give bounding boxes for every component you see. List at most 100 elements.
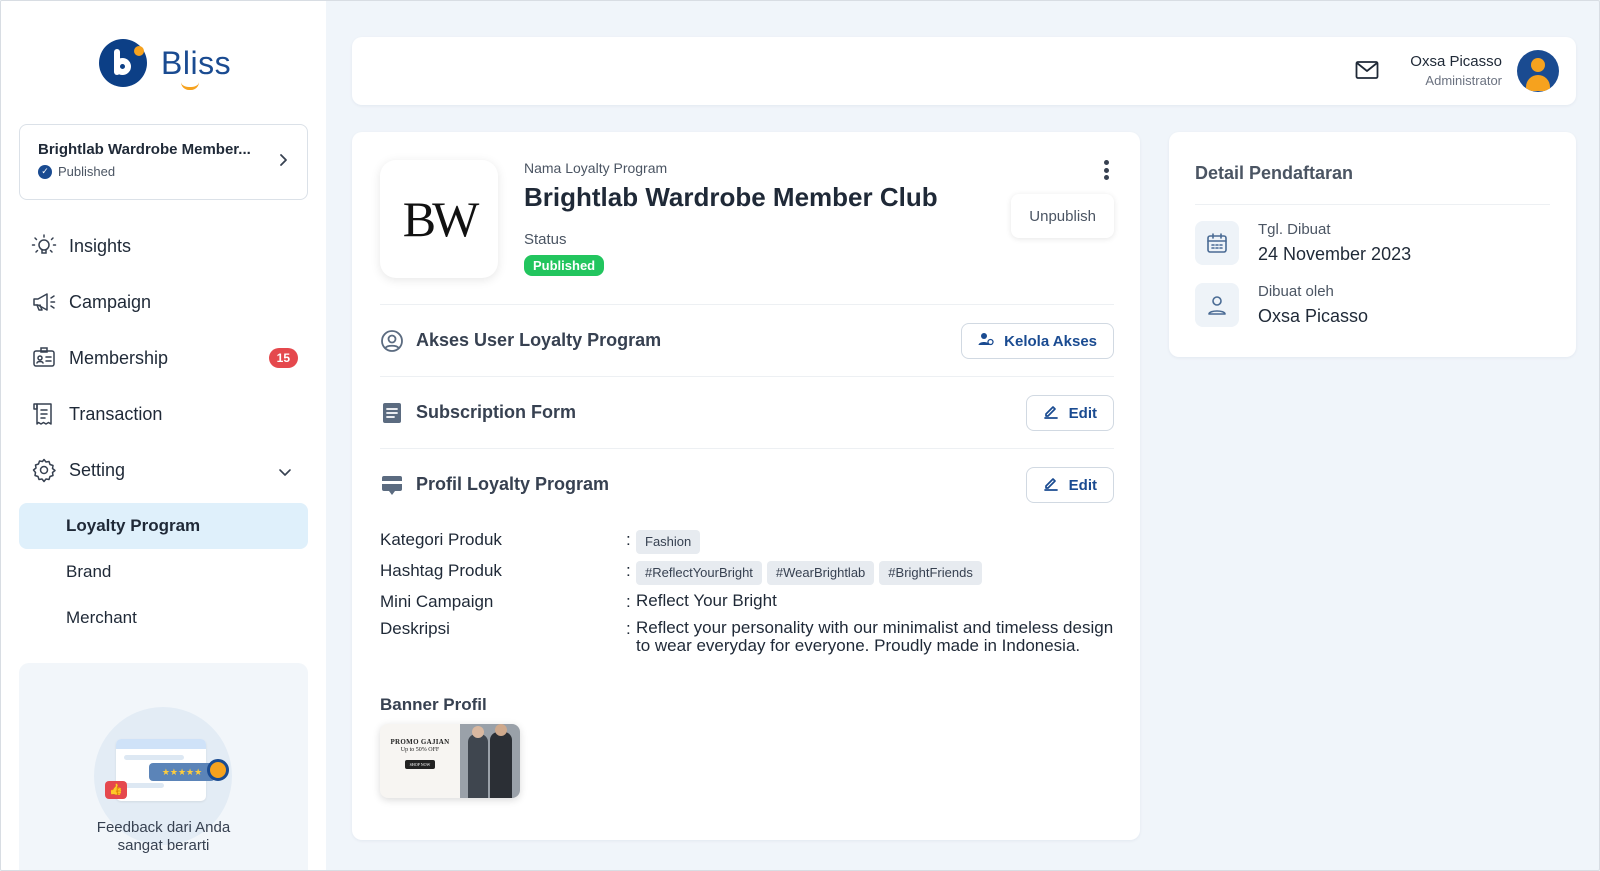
receipt-icon	[31, 401, 57, 427]
verified-icon: ✓	[38, 164, 52, 179]
sidebar-nav: Insights Campaign Membership 15 Transact…	[19, 223, 308, 641]
profile-card-icon	[380, 473, 404, 497]
sidebar-item-label: Membership	[69, 347, 169, 368]
pencil-icon	[1043, 475, 1059, 495]
kelola-akses-button[interactable]: Kelola Akses	[961, 323, 1114, 359]
detail-key: Hashtag Produk	[380, 561, 502, 580]
feedback-panel[interactable]: ★★★★★ 👍 Feedback dari Anda sangat berart…	[19, 663, 308, 870]
user-settings-icon	[978, 331, 994, 351]
app-frame: Bliss Brightlab Wardrobe Member... ✓ Pub…	[0, 0, 1600, 871]
created-date-item: Tgl. Dibuat 24 November 2023	[1195, 221, 1550, 269]
banner-cta: SHOP NOW	[404, 760, 436, 769]
detail-separator: :	[626, 592, 631, 611]
sidebar-item-label: Insights	[69, 235, 132, 256]
sidebar-item-campaign[interactable]: Campaign	[19, 279, 308, 325]
feedback-line	[124, 755, 184, 760]
banner-subline: Up to 50% OFF	[400, 747, 440, 753]
sidebar-item-transaction[interactable]: Transaction	[19, 391, 308, 437]
sidebar-item-setting[interactable]: Setting	[19, 447, 308, 493]
loyalty-program-card: BW Nama Loyalty Program Brightlab Wardro…	[352, 132, 1140, 840]
banner-text: PROMO GAJIAN Up to 50% OFF SHOP NOW	[386, 738, 454, 771]
user-name: Oxsa Picasso	[1410, 53, 1502, 70]
user-role: Administrator	[1425, 73, 1502, 88]
form-icon	[380, 401, 404, 425]
created-by-label: Dibuat oleh	[1258, 283, 1334, 300]
detail-value: Reflect Your Bright	[636, 591, 777, 610]
logo-mark-icon	[99, 39, 147, 87]
mail-icon[interactable]	[1355, 60, 1379, 80]
feedback-avatar-icon	[207, 759, 229, 781]
pencil-icon	[1043, 403, 1059, 423]
id-card-icon	[31, 345, 57, 371]
star-rating-icon: ★★★★★	[149, 763, 215, 781]
unpublish-button[interactable]: Unpublish	[1011, 194, 1114, 238]
section-title: Profil Loyalty Program	[416, 474, 610, 494]
status-label: Status	[524, 231, 567, 248]
status-badge: Published	[524, 255, 605, 276]
chevron-right-icon	[279, 153, 289, 172]
brand-logo: BW	[380, 160, 498, 278]
created-by-value: Oxsa Picasso	[1258, 306, 1369, 326]
top-bar: Oxsa Picasso Administrator	[352, 37, 1576, 105]
detail-pendaftaran-card: Detail Pendaftaran Tgl. Dibuat 24 Novemb…	[1169, 132, 1576, 357]
section-title: Akses User Loyalty Program	[416, 330, 662, 350]
megaphone-icon	[31, 289, 57, 315]
sidebar: Bliss Brightlab Wardrobe Member... ✓ Pub…	[1, 1, 326, 870]
banner-photo	[460, 724, 520, 798]
banner-image[interactable]: PROMO GAJIAN Up to 50% OFF SHOP NOW	[380, 724, 520, 798]
app-logo[interactable]: Bliss	[99, 35, 239, 91]
edit-label: Edit	[1068, 404, 1097, 422]
kelola-akses-label: Kelola Akses	[1004, 332, 1097, 350]
more-options-icon[interactable]	[1098, 156, 1114, 184]
detail-pendaftaran-title: Detail Pendaftaran	[1195, 163, 1354, 183]
section-akses-user: Akses User Loyalty Program Kelola Akses	[380, 304, 1114, 376]
hashtag-chip: #BrightFriends	[879, 561, 982, 585]
edit-subscription-form-button[interactable]: Edit	[1025, 395, 1114, 431]
program-selector-status: ✓ Published	[38, 164, 289, 179]
sidebar-subitem-merchant[interactable]: Merchant	[19, 595, 308, 641]
sidebar-item-label: Transaction	[69, 403, 163, 424]
thumbs-up-icon: 👍	[105, 781, 127, 799]
sidebar-item-membership[interactable]: Membership 15	[19, 335, 308, 381]
profile-details: Kategori Produk : Fashion Hashtag Produk…	[380, 530, 1114, 662]
edit-profil-button[interactable]: Edit	[1025, 467, 1114, 503]
sidebar-subitem-loyalty-program[interactable]: Loyalty Program	[19, 503, 308, 549]
edit-label: Edit	[1068, 476, 1097, 494]
detail-key: Mini Campaign	[380, 592, 494, 611]
sidebar-subitem-brand[interactable]: Brand	[19, 549, 308, 595]
created-date-label: Tgl. Dibuat	[1258, 221, 1331, 238]
user-icon	[1195, 283, 1239, 327]
chevron-down-icon	[278, 461, 292, 482]
avatar[interactable]	[1517, 50, 1559, 92]
detail-separator: :	[626, 530, 631, 549]
banner-label: Banner Profil	[380, 695, 487, 714]
section-profil-loyalty: Profil Loyalty Program Edit	[380, 448, 1114, 520]
user-circle-icon	[380, 329, 404, 353]
program-selector-name: Brightlab Wardrobe Member...	[38, 141, 251, 158]
calendar-icon	[1195, 221, 1239, 265]
sidebar-item-insights[interactable]: Insights	[19, 223, 308, 269]
detail-key: Deskripsi	[380, 619, 450, 638]
category-chip: Fashion	[636, 530, 701, 554]
gear-icon	[31, 457, 57, 483]
detail-row-mini-campaign: Mini Campaign : Reflect Your Bright	[380, 592, 1114, 612]
program-name-label: Nama Loyalty Program	[524, 160, 668, 176]
section-subscription-form: Subscription Form Edit	[380, 376, 1114, 448]
detail-separator: :	[626, 561, 631, 580]
banner-headline: PROMO GAJIAN	[390, 738, 450, 746]
created-by-item: Dibuat oleh Oxsa Picasso	[1195, 283, 1550, 331]
detail-row-kategori: Kategori Produk : Fashion	[380, 530, 1114, 554]
program-selector-status-text: Published	[58, 164, 116, 179]
logo-text: Bliss	[161, 45, 231, 90]
detail-separator: :	[626, 619, 631, 638]
membership-count-badge: 15	[268, 348, 298, 368]
user-info[interactable]: Oxsa Picasso Administrator	[1410, 53, 1502, 88]
detail-value: Fashion	[636, 530, 1114, 554]
sidebar-item-label: Setting	[69, 459, 126, 480]
divider	[1195, 204, 1550, 205]
program-selector[interactable]: Brightlab Wardrobe Member... ✓ Published	[19, 124, 308, 200]
page-title: Brightlab Wardrobe Member Club	[524, 182, 938, 212]
lightbulb-icon	[31, 233, 57, 259]
hashtag-chip: #WearBrightlab	[766, 561, 875, 585]
detail-row-hashtag: Hashtag Produk : #ReflectYourBright #Wear…	[380, 561, 1114, 585]
